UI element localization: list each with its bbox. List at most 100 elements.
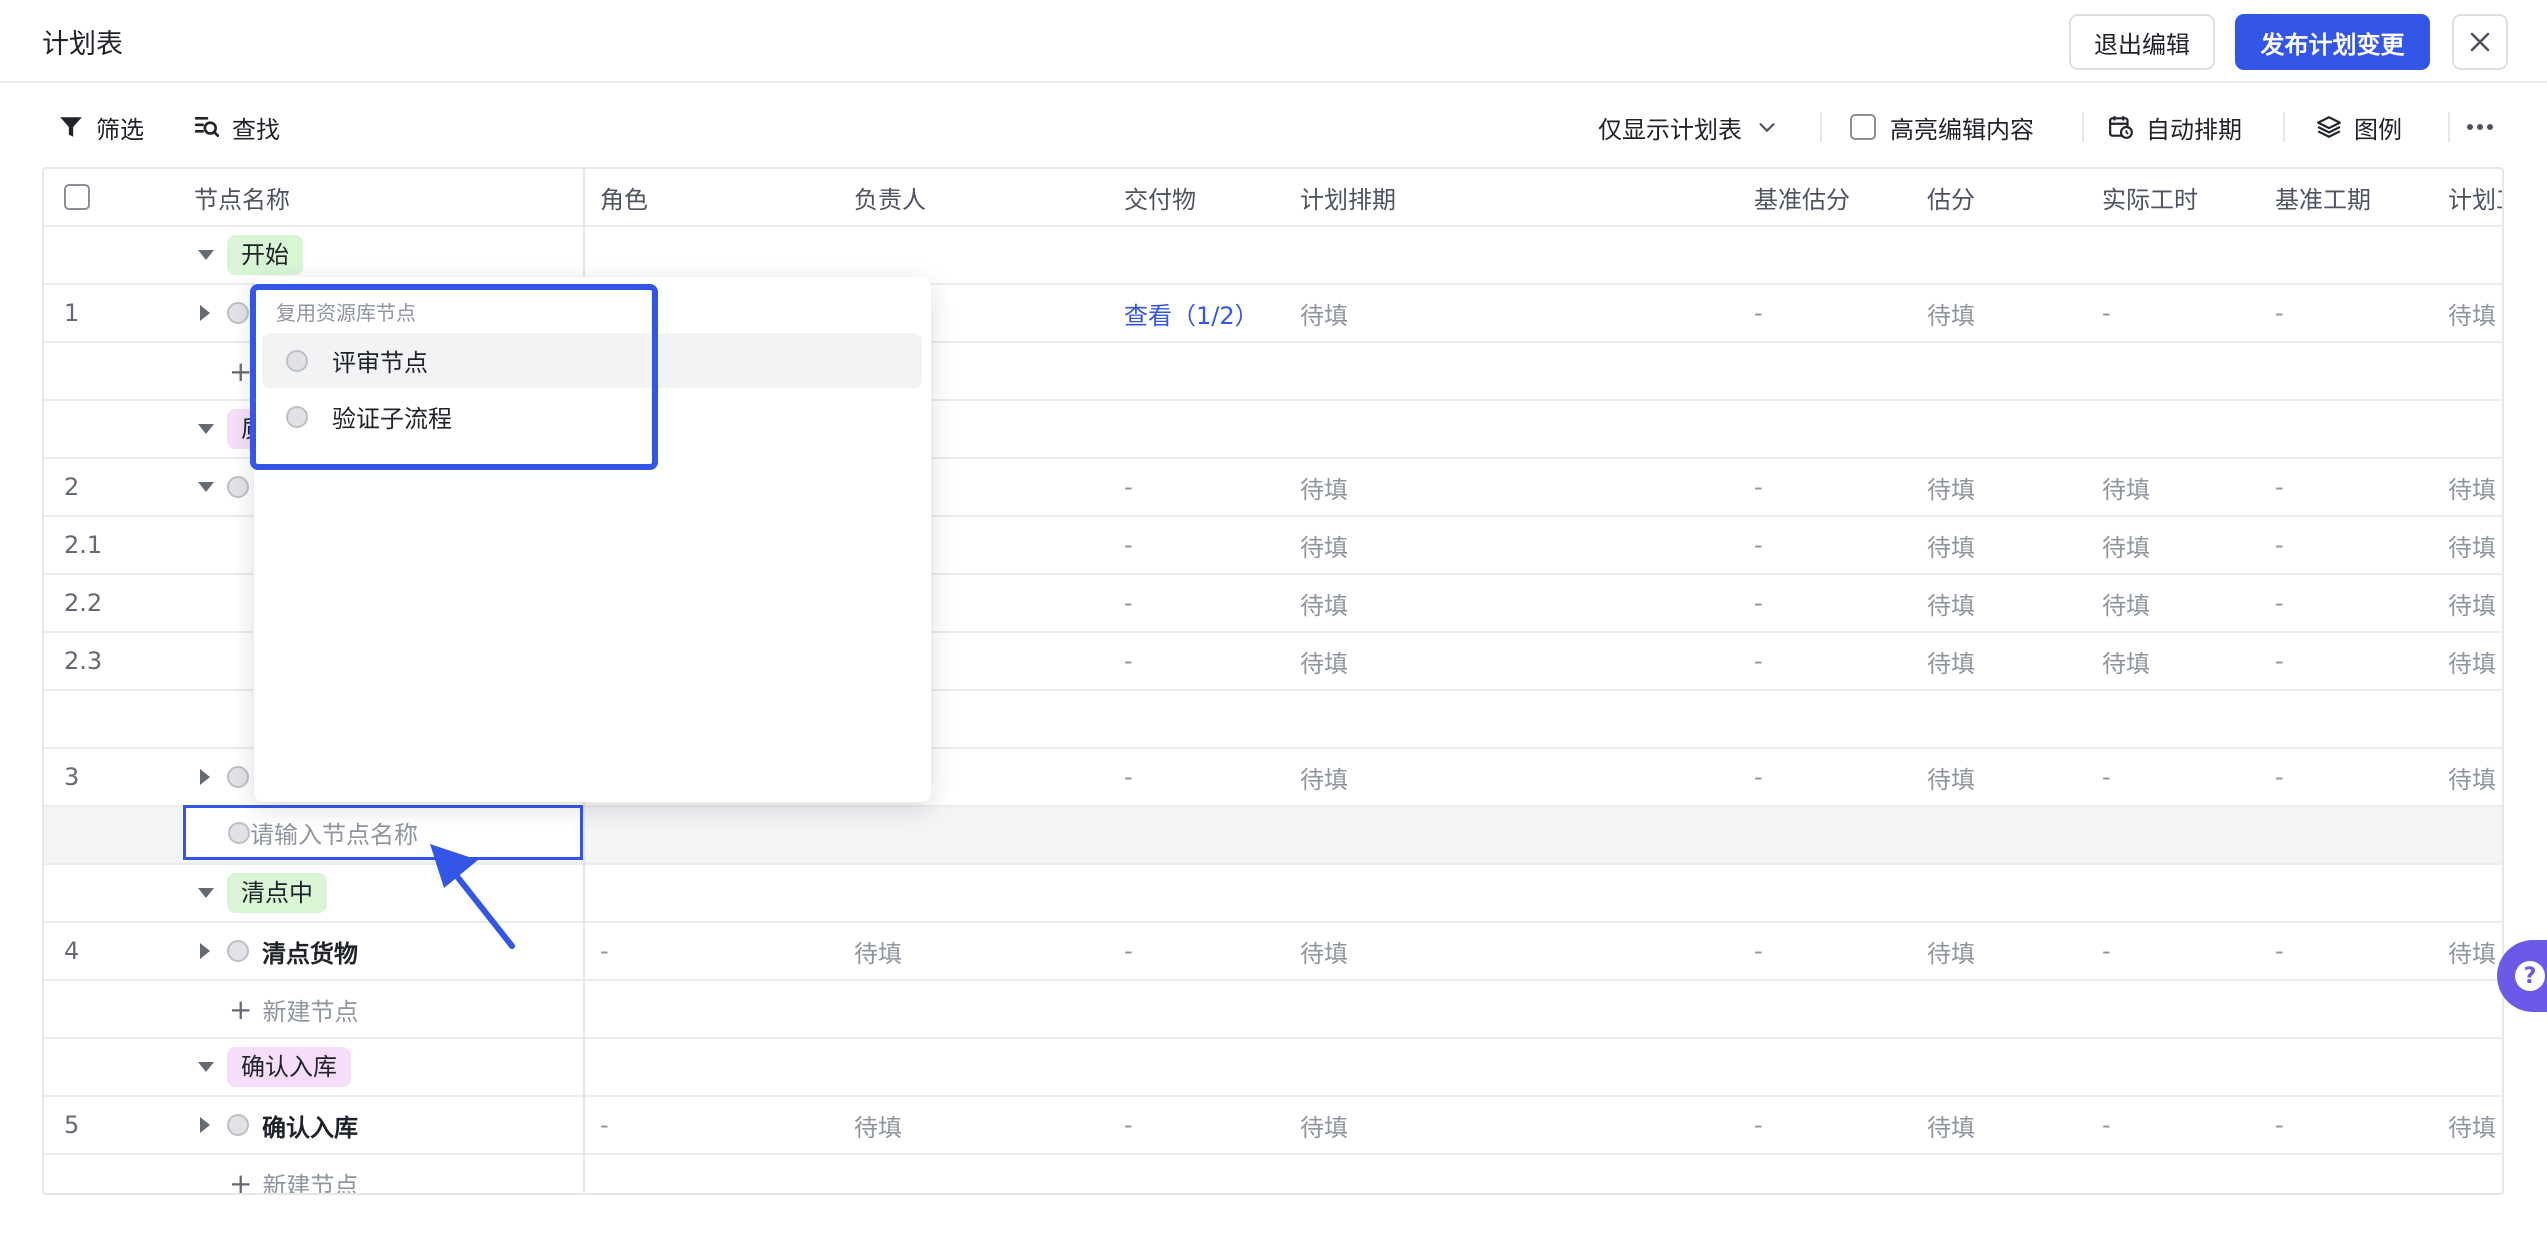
base-estimate-cell[interactable]: - xyxy=(1754,1097,1763,1153)
estimate-cell[interactable]: 待填 xyxy=(1927,459,1975,515)
plan-cell[interactable]: 待填 xyxy=(2448,575,2496,631)
node-name-input[interactable]: 请输入节点名称 xyxy=(183,805,583,860)
estimate-cell[interactable]: 待填 xyxy=(1927,575,1975,631)
deliverable-cell[interactable]: - xyxy=(1124,749,1133,805)
expand-toggle[interactable] xyxy=(200,923,210,979)
estimate-cell[interactable]: 待填 xyxy=(1927,1097,1975,1153)
select-all-checkbox[interactable] xyxy=(64,184,90,210)
help-button[interactable]: ? xyxy=(2497,940,2547,1012)
owner-cell[interactable]: 待填 xyxy=(854,1097,902,1153)
base-duration-cell[interactable]: - xyxy=(2275,633,2284,689)
schedule-cell[interactable]: 待填 xyxy=(1300,517,1348,573)
actual-hours-cell[interactable]: 待填 xyxy=(2102,459,2150,515)
estimate-cell[interactable]: 待填 xyxy=(1927,517,1975,573)
deliverable-cell[interactable]: - xyxy=(1124,1097,1133,1153)
base-estimate-cell[interactable]: - xyxy=(1754,575,1763,631)
column-header-deliverable[interactable]: 交付物 xyxy=(1124,169,1196,225)
schedule-cell[interactable]: 待填 xyxy=(1300,285,1348,341)
table-row[interactable]: 5 确认入库 - 待填 - 待填 - 待填 - - 待填 xyxy=(44,1097,2502,1155)
new-node-button[interactable]: + 新建节点 xyxy=(229,981,358,1037)
new-node-row[interactable]: + 新建节点 xyxy=(44,1155,2502,1194)
search-button[interactable]: 查找 xyxy=(194,92,280,162)
collapse-toggle[interactable] xyxy=(198,227,214,283)
actual-hours-cell[interactable]: - xyxy=(2102,923,2111,979)
estimate-cell[interactable]: 待填 xyxy=(1927,285,1975,341)
plan-cell[interactable]: 待填 xyxy=(2448,459,2496,515)
collapse-toggle[interactable] xyxy=(198,1039,214,1095)
column-header-plan[interactable]: 计划工 xyxy=(2448,169,2502,225)
highlight-checkbox[interactable] xyxy=(1850,114,1876,140)
expand-toggle[interactable] xyxy=(200,1097,210,1153)
publish-plan-button[interactable]: 发布计划变更 xyxy=(2235,14,2430,70)
collapse-toggle[interactable] xyxy=(198,401,214,457)
collapse-toggle[interactable] xyxy=(198,865,214,921)
estimate-cell[interactable]: 待填 xyxy=(1927,633,1975,689)
plan-cell[interactable]: 待填 xyxy=(2448,1097,2496,1153)
filter-button[interactable]: 筛选 xyxy=(58,92,144,162)
base-estimate-cell[interactable]: - xyxy=(1754,923,1763,979)
column-header-base-duration[interactable]: 基准工期 xyxy=(2275,169,2371,225)
base-duration-cell[interactable]: - xyxy=(2275,923,2284,979)
column-header-name[interactable]: 节点名称 xyxy=(194,169,290,225)
legend-button[interactable]: 图例 xyxy=(2316,92,2402,162)
base-estimate-cell[interactable]: - xyxy=(1754,633,1763,689)
schedule-cell[interactable]: 待填 xyxy=(1300,1097,1348,1153)
actual-hours-cell[interactable]: 待填 xyxy=(2102,575,2150,631)
new-node-row[interactable]: + 新建节点 xyxy=(44,981,2502,1039)
plan-cell[interactable]: 待填 xyxy=(2448,517,2496,573)
deliverable-link[interactable]: 查看（1/2） xyxy=(1124,285,1259,341)
column-header-base-estimate[interactable]: 基准估分 xyxy=(1754,169,1850,225)
column-header-estimate[interactable]: 估分 xyxy=(1927,169,1975,225)
base-duration-cell[interactable]: - xyxy=(2275,1097,2284,1153)
new-node-button[interactable]: + 新建节点 xyxy=(229,1155,358,1194)
estimate-cell[interactable]: 待填 xyxy=(1927,923,1975,979)
role-cell[interactable]: - xyxy=(600,923,609,979)
exit-edit-button[interactable]: 退出编辑 xyxy=(2069,14,2215,70)
actual-hours-cell[interactable]: 待填 xyxy=(2102,633,2150,689)
base-duration-cell[interactable]: - xyxy=(2275,575,2284,631)
plan-cell[interactable]: 待填 xyxy=(2448,923,2496,979)
actual-hours-cell[interactable]: 待填 xyxy=(2102,517,2150,573)
schedule-cell[interactable]: 待填 xyxy=(1300,633,1348,689)
plan-cell[interactable]: 待填 xyxy=(2448,633,2496,689)
group-row-counting[interactable]: 清点中 xyxy=(44,865,2502,923)
close-button[interactable] xyxy=(2452,14,2508,70)
owner-cell[interactable]: 待填 xyxy=(854,923,902,979)
schedule-cell[interactable]: 待填 xyxy=(1300,749,1348,805)
group-row-confirm[interactable]: 确认入库 xyxy=(44,1039,2502,1097)
column-header-schedule[interactable]: 计划排期 xyxy=(1300,169,1396,225)
base-estimate-cell[interactable]: - xyxy=(1754,749,1763,805)
select-all-cell[interactable] xyxy=(64,169,104,225)
base-estimate-cell[interactable]: - xyxy=(1754,285,1763,341)
base-estimate-cell[interactable]: - xyxy=(1754,517,1763,573)
deliverable-cell[interactable]: - xyxy=(1124,575,1133,631)
actual-hours-cell[interactable]: - xyxy=(2102,749,2111,805)
expand-toggle[interactable] xyxy=(200,285,210,341)
column-header-actual-hours[interactable]: 实际工时 xyxy=(2102,169,2198,225)
plan-cell[interactable]: 待填 xyxy=(2448,749,2496,805)
deliverable-cell[interactable]: - xyxy=(1124,517,1133,573)
highlight-edit-toggle[interactable]: 高亮编辑内容 xyxy=(1850,92,2034,162)
deliverable-cell[interactable]: - xyxy=(1124,633,1133,689)
plan-cell[interactable]: 待填 xyxy=(2448,285,2496,341)
column-header-owner[interactable]: 负责人 xyxy=(854,169,926,225)
deliverable-cell[interactable]: - xyxy=(1124,923,1133,979)
actual-hours-cell[interactable]: - xyxy=(2102,1097,2111,1153)
base-duration-cell[interactable]: - xyxy=(2275,749,2284,805)
base-estimate-cell[interactable]: - xyxy=(1754,459,1763,515)
table-row[interactable]: 4 清点货物 - 待填 - 待填 - 待填 - - 待填 xyxy=(44,923,2502,981)
node-name[interactable]: 确认入库 xyxy=(262,1097,358,1153)
column-header-role[interactable]: 角色 xyxy=(600,169,648,225)
view-select[interactable]: 仅显示计划表 xyxy=(1598,92,1778,162)
actual-hours-cell[interactable]: - xyxy=(2102,285,2111,341)
collapse-toggle[interactable] xyxy=(198,459,214,515)
expand-toggle[interactable] xyxy=(200,749,210,805)
base-duration-cell[interactable]: - xyxy=(2275,285,2284,341)
estimate-cell[interactable]: 待填 xyxy=(1927,749,1975,805)
role-cell[interactable]: - xyxy=(600,1097,609,1153)
schedule-cell[interactable]: 待填 xyxy=(1300,923,1348,979)
deliverable-cell[interactable]: - xyxy=(1124,459,1133,515)
base-duration-cell[interactable]: - xyxy=(2275,459,2284,515)
base-duration-cell[interactable]: - xyxy=(2275,517,2284,573)
more-button[interactable] xyxy=(2466,92,2506,162)
